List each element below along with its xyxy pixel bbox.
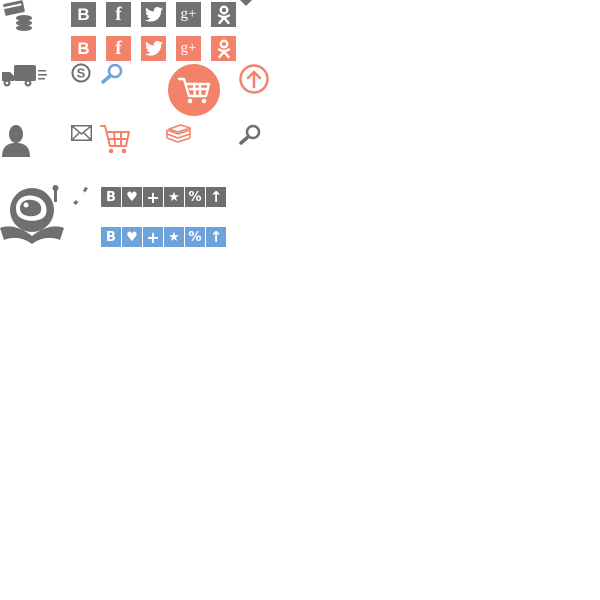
- odnoklassniki-icon: [216, 5, 232, 25]
- star-icon: ★: [168, 229, 180, 245]
- action-gray-plus[interactable]: +: [143, 187, 163, 207]
- action-blue-percent[interactable]: %: [185, 227, 205, 247]
- facebook-icon: f: [115, 37, 122, 59]
- social-coral-vk[interactable]: B: [71, 36, 96, 61]
- action-gray-arrow-up[interactable]: ↑: [206, 187, 226, 207]
- vk-icon: B: [106, 189, 116, 205]
- phone-icon[interactable]: [71, 186, 91, 208]
- action-gray-percent[interactable]: %: [185, 187, 205, 207]
- arrow-up-icon: ↑: [209, 188, 223, 206]
- twitter-icon: [144, 7, 163, 22]
- facebook-icon: f: [115, 3, 122, 25]
- scroll-top-button[interactable]: [238, 63, 270, 95]
- action-blue-heart[interactable]: ♥: [122, 227, 142, 247]
- vk-icon: B: [77, 4, 90, 24]
- card-coins-icon: [0, 0, 36, 34]
- social-coral-google-plus[interactable]: g+: [176, 36, 201, 61]
- percent-icon: %: [188, 229, 202, 245]
- action-gray-star[interactable]: ★: [164, 187, 184, 207]
- astronaut-book-logo: [0, 184, 64, 248]
- vk-icon: B: [77, 38, 90, 58]
- social-gray-twitter[interactable]: [141, 2, 166, 27]
- svg-text:S: S: [77, 66, 86, 81]
- google-plus-icon: g+: [180, 6, 197, 22]
- search-blue-icon[interactable]: [100, 63, 124, 85]
- books-icon[interactable]: [166, 124, 192, 144]
- mail-icon[interactable]: [71, 125, 92, 141]
- percent-icon: %: [188, 189, 202, 205]
- social-coral-facebook[interactable]: f: [106, 36, 131, 61]
- cart-icon[interactable]: [100, 124, 132, 156]
- plus-icon: +: [146, 187, 160, 207]
- vk-icon: B: [106, 229, 116, 245]
- odnoklassniki-icon: [216, 39, 232, 59]
- twitter-icon: [144, 41, 163, 56]
- action-gray-heart[interactable]: ♥: [122, 187, 142, 207]
- user-icon: [0, 124, 32, 158]
- action-blue-plus[interactable]: +: [143, 227, 163, 247]
- cart-circle-button[interactable]: [168, 64, 220, 116]
- heart-partial-icon: [240, 0, 252, 8]
- social-gray-google-plus[interactable]: g+: [176, 2, 201, 27]
- star-icon: ★: [168, 189, 180, 205]
- social-gray-facebook[interactable]: f: [106, 2, 131, 27]
- heart-icon: ♥: [126, 229, 138, 245]
- google-plus-icon: g+: [180, 40, 197, 56]
- action-blue-arrow-up[interactable]: ↑: [206, 227, 226, 247]
- plus-icon: +: [146, 227, 160, 247]
- skype-icon[interactable]: S: [71, 63, 91, 83]
- action-blue-star[interactable]: ★: [164, 227, 184, 247]
- search-gray-icon[interactable]: [238, 124, 262, 146]
- social-gray-odnoklassniki[interactable]: [211, 2, 236, 27]
- heart-icon: ♥: [126, 189, 138, 205]
- delivery-truck-icon: [0, 64, 48, 88]
- social-coral-odnoklassniki[interactable]: [211, 36, 236, 61]
- social-coral-twitter[interactable]: [141, 36, 166, 61]
- arrow-up-icon: ↑: [209, 228, 223, 246]
- action-gray-vk[interactable]: B: [101, 187, 121, 207]
- action-blue-vk[interactable]: B: [101, 227, 121, 247]
- social-gray-vk[interactable]: B: [71, 2, 96, 27]
